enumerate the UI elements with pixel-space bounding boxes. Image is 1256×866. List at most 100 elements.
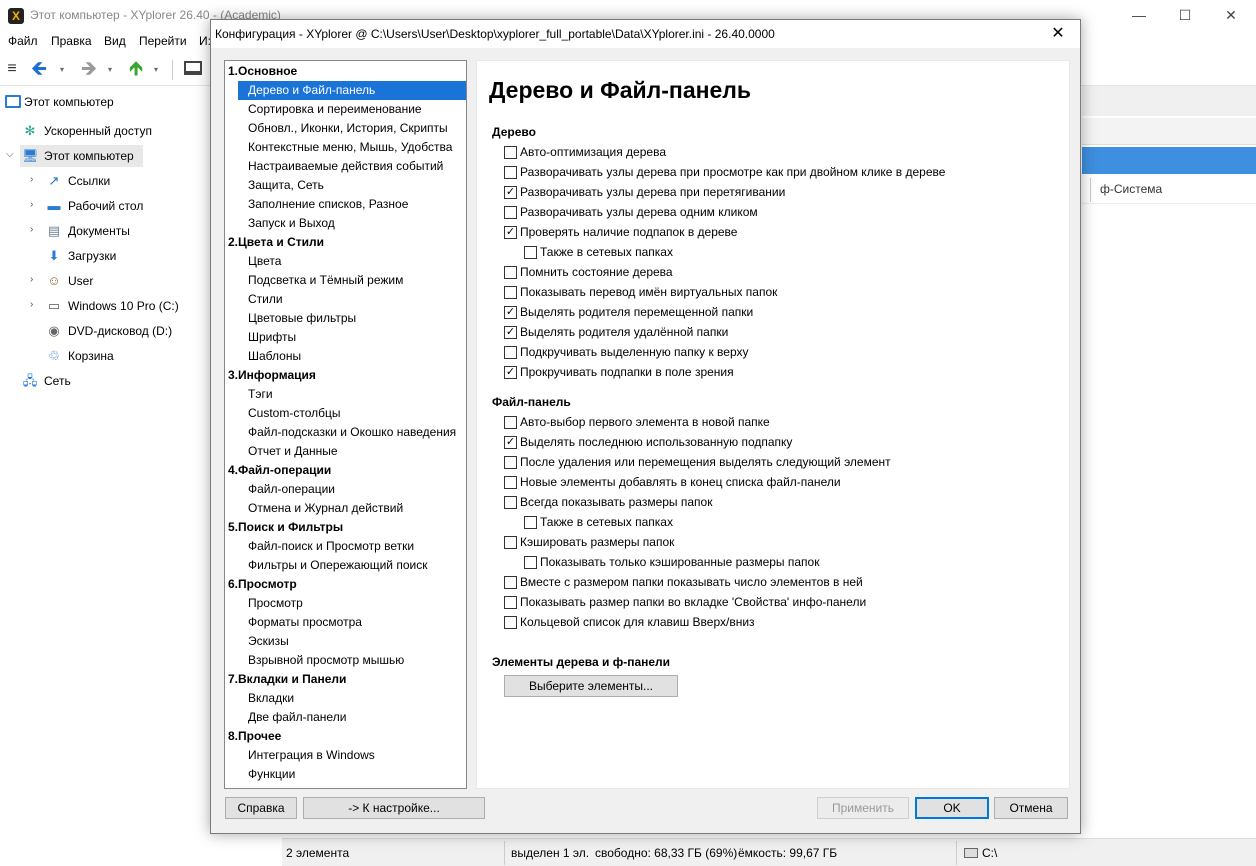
nav-category-item[interactable]: Две файл-панели <box>238 708 466 727</box>
option-label[interactable]: После удаления или перемещения выделять … <box>520 455 891 469</box>
nav-category-item[interactable]: Отчет и Данные <box>238 442 466 461</box>
nav-category-item[interactable]: Защита, Сеть <box>238 176 466 195</box>
option-label[interactable]: Авто-оптимизация дерева <box>520 145 666 159</box>
checkbox-checked[interactable]: ✓ <box>504 366 517 379</box>
checkbox-unchecked[interactable] <box>504 146 517 159</box>
tree-item[interactable]: › ▭ Windows 10 Pro (C:) <box>28 295 179 317</box>
nav-section-header[interactable]: 3.Информация <box>228 366 316 385</box>
checkbox-unchecked[interactable] <box>524 556 537 569</box>
option-label[interactable]: Показывать размер папки во вкладке 'Свой… <box>520 595 866 609</box>
checkbox-unchecked[interactable] <box>504 576 517 589</box>
option-label[interactable]: Кэшировать размеры папок <box>520 535 674 549</box>
expand-chevron-icon[interactable]: › <box>30 299 44 310</box>
nav-category-item[interactable]: Обновл., Иконки, История, Скрипты <box>238 119 466 138</box>
checkbox-unchecked[interactable] <box>504 616 517 629</box>
nav-section-header[interactable]: 5.Поиск и Фильтры <box>228 518 343 537</box>
expand-chevron-icon[interactable]: › <box>30 224 44 235</box>
address-bar[interactable]: Этот компьютер <box>24 95 114 109</box>
nav-section-header[interactable]: 4.Файл-операции <box>228 461 331 480</box>
nav-category-item[interactable]: Интеграция в Windows <box>238 746 466 765</box>
checkbox-unchecked[interactable] <box>504 346 517 359</box>
nav-category-item[interactable]: Дерево и Файл-панель <box>238 81 466 100</box>
checkbox-unchecked[interactable] <box>504 496 517 509</box>
up-arrow-icon[interactable]: 🡹 <box>124 57 148 81</box>
nav-category-item[interactable]: Шаблоны <box>238 347 466 366</box>
nav-section-header[interactable]: 1.Основное <box>228 62 297 81</box>
checkbox-unchecked[interactable] <box>504 266 517 279</box>
expand-chevron-icon[interactable]: › <box>30 274 44 285</box>
status-drive[interactable]: C:\ <box>982 846 997 860</box>
nav-category-item[interactable]: Вкладки <box>238 689 466 708</box>
tree-item[interactable]: ⌵ 🖥 Этот компьютер <box>6 145 143 167</box>
option-label[interactable]: Выделять последнюю использованную подпап… <box>520 435 792 449</box>
nav-category-item[interactable]: Запуск и Выход <box>238 214 466 233</box>
nav-category-item[interactable]: Файл-подсказки и Окошко наведения <box>238 423 466 442</box>
checkbox-unchecked[interactable] <box>504 416 517 429</box>
dialog-close-button[interactable]: ✕ <box>1040 20 1076 48</box>
option-label[interactable]: Помнить состояние дерева <box>520 265 673 279</box>
checkbox-unchecked[interactable] <box>504 286 517 299</box>
close-button[interactable]: ✕ <box>1208 0 1254 30</box>
nav-category-item[interactable]: Фильтры и Опережающий поиск <box>238 556 466 575</box>
option-label[interactable]: Всегда показывать размеры папок <box>520 495 712 509</box>
checkbox-unchecked[interactable] <box>524 246 537 259</box>
option-label[interactable]: Разворачивать узлы дерева одним кликом <box>520 205 758 219</box>
nav-category-item[interactable]: Тэги <box>238 385 466 404</box>
nav-category-item[interactable]: Стили <box>238 290 466 309</box>
option-label[interactable]: Выделять родителя удалённой папки <box>520 325 728 339</box>
option-label[interactable]: Также в сетевых папках <box>540 245 673 259</box>
computer-icon[interactable] <box>184 61 202 75</box>
nav-section-header[interactable]: 2.Цвета и Стили <box>228 233 324 252</box>
checkbox-checked[interactable]: ✓ <box>504 326 517 339</box>
nav-category-item[interactable]: Взрывной просмотр мышью <box>238 651 466 670</box>
expand-chevron-icon[interactable]: ⌵ <box>6 149 20 160</box>
goto-setting-button[interactable]: -> К настройке... <box>303 797 485 819</box>
tree-item[interactable]: › ↗ Ссылки <box>28 170 146 192</box>
nav-category-item[interactable]: Цветовые фильтры <box>238 309 466 328</box>
hamburger-menu-icon[interactable]: ≡ <box>1 57 23 81</box>
apply-button[interactable]: Применить <box>817 797 909 819</box>
nav-category-item[interactable]: Просмотр <box>238 594 466 613</box>
tree-item[interactable]: › ▤ Документы <box>28 220 146 242</box>
option-label[interactable]: Кольцевой список для клавиш Вверх/вниз <box>520 615 755 629</box>
nav-category-item[interactable]: Шрифты <box>238 328 466 347</box>
nav-category-item[interactable]: Файл-поиск и Просмотр ветки <box>238 537 466 556</box>
menu-go[interactable]: Перейти <box>139 34 187 48</box>
ok-button[interactable]: OK <box>915 797 989 819</box>
nav-section-header[interactable]: 8.Прочее <box>228 727 281 746</box>
select-elements-button[interactable]: Выберите элементы... <box>504 675 678 697</box>
nav-section-header[interactable]: 6.Просмотр <box>228 575 297 594</box>
tree-item[interactable]: ♲ Корзина <box>28 345 146 367</box>
nav-category-item[interactable]: Подсветка и Тёмный режим <box>238 271 466 290</box>
expand-chevron-icon[interactable]: › <box>30 199 44 210</box>
forward-arrow-icon[interactable]: 🡺 <box>77 57 101 81</box>
checkbox-checked[interactable]: ✓ <box>504 186 517 199</box>
option-label[interactable]: Также в сетевых папках <box>540 515 673 529</box>
checkbox-unchecked[interactable] <box>504 456 517 469</box>
checkbox-checked[interactable]: ✓ <box>504 226 517 239</box>
expand-chevron-icon[interactable]: › <box>30 174 44 185</box>
option-label[interactable]: Разворачивать узлы дерева при просмотре … <box>520 165 945 179</box>
checkbox-unchecked[interactable] <box>524 516 537 529</box>
nav-section-header[interactable]: 7.Вкладки и Панели <box>228 670 346 689</box>
maximize-button[interactable]: ☐ <box>1162 0 1208 30</box>
tree-item[interactable]: ⬇ Загрузки <box>28 245 146 267</box>
nav-category-item[interactable]: Отмена и Журнал действий <box>238 499 466 518</box>
nav-category-item[interactable]: Форматы просмотра <box>238 613 466 632</box>
nav-category-item[interactable]: Функции <box>238 765 466 784</box>
back-dropdown-icon[interactable]: ▾ <box>60 65 64 74</box>
checkbox-unchecked[interactable] <box>504 536 517 549</box>
checkbox-unchecked[interactable] <box>504 166 517 179</box>
checkbox-unchecked[interactable] <box>504 206 517 219</box>
option-label[interactable]: Проверять наличие подпапок в дереве <box>520 225 737 239</box>
option-label[interactable]: Выделять родителя перемещенной папки <box>520 305 753 319</box>
cancel-button[interactable]: Отмена <box>994 797 1068 819</box>
menu-view[interactable]: Вид <box>104 34 126 48</box>
minimize-button[interactable]: — <box>1116 0 1162 30</box>
tree-item[interactable]: 🖧 Сеть <box>4 370 142 392</box>
tree-item[interactable]: ✻ Ускоренный доступ <box>4 120 152 142</box>
option-label[interactable]: Показывать только кэшированные размеры п… <box>540 555 819 569</box>
tree-item[interactable]: › ☺ User <box>28 270 146 292</box>
checkbox-unchecked[interactable] <box>504 476 517 489</box>
tree-item[interactable]: › ▬ Рабочий стол <box>28 195 146 217</box>
